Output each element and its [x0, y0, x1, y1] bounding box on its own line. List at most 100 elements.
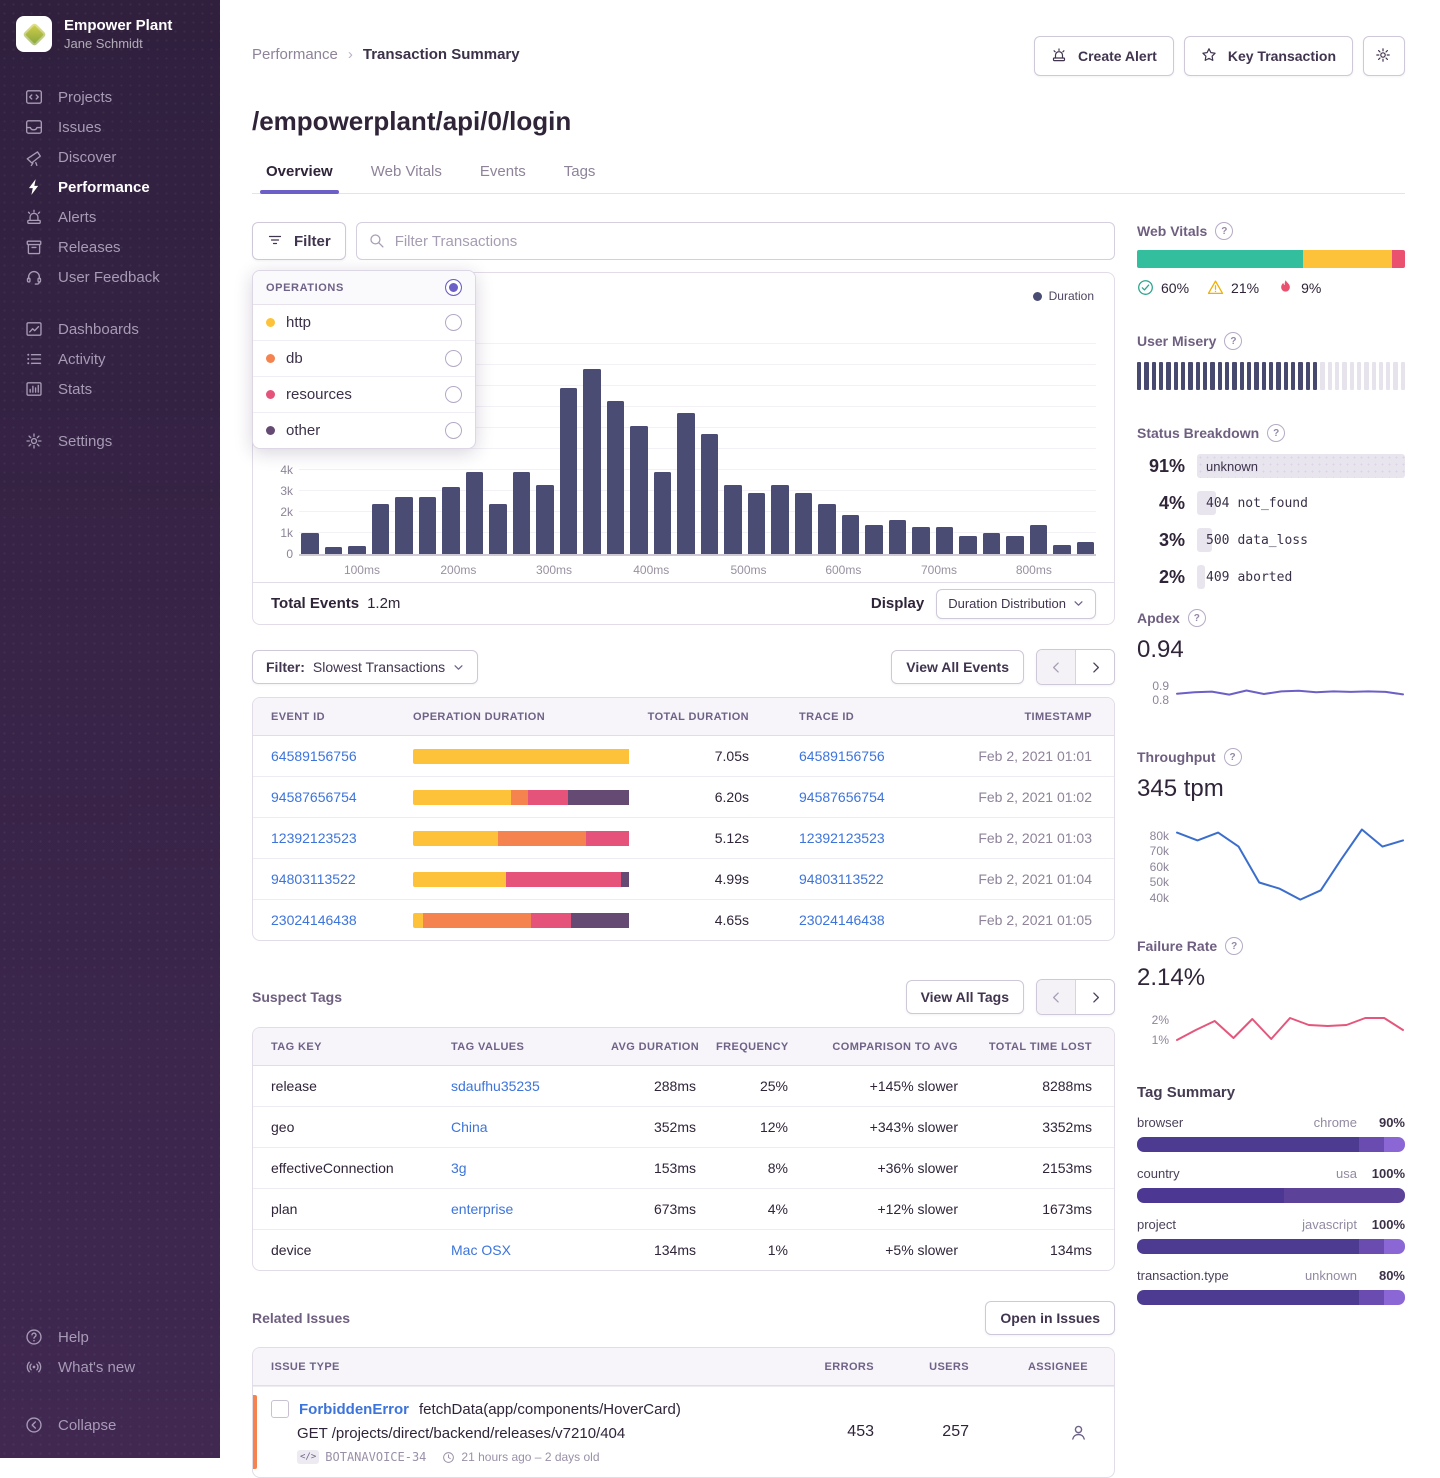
table-row[interactable]: 945876567546.20s94587656754Feb 2, 2021 0… — [253, 776, 1114, 817]
trace-id-link[interactable]: 94587656754 — [799, 789, 885, 805]
operations-option-db[interactable]: db — [253, 341, 475, 377]
key-transaction-button[interactable]: Key Transaction — [1184, 36, 1353, 76]
trace-id-link[interactable]: 12392123523 — [799, 830, 885, 846]
search-input[interactable] — [356, 222, 1115, 260]
tab-events[interactable]: Events — [480, 163, 526, 193]
histogram-bar[interactable] — [442, 487, 460, 554]
operations-dropdown-header[interactable]: OPERATIONS — [253, 271, 475, 305]
tag-summary-bar[interactable] — [1137, 1290, 1405, 1305]
help-question-icon[interactable]: ? — [1225, 937, 1243, 955]
histogram-bar[interactable] — [654, 472, 672, 554]
prev-page-button[interactable] — [1037, 650, 1075, 684]
sidebar-item-dashboards[interactable]: Dashboards — [0, 314, 220, 344]
table-row[interactable]: effectiveConnection3g153ms8%+36% slower2… — [253, 1147, 1114, 1188]
table-row[interactable]: 948031135224.99s94803113522Feb 2, 2021 0… — [253, 858, 1114, 899]
breadcrumb-performance[interactable]: Performance — [252, 46, 338, 63]
transactions-filter-select[interactable]: Filter: Slowest Transactions — [252, 650, 478, 684]
table-row[interactable]: 645891567567.05s64589156756Feb 2, 2021 0… — [253, 736, 1114, 776]
operations-option-http[interactable]: http — [253, 305, 475, 341]
histogram-bar[interactable] — [1053, 545, 1071, 554]
histogram-bar[interactable] — [1030, 525, 1048, 554]
event-id-link[interactable]: 23024146438 — [271, 912, 357, 928]
event-id-link[interactable]: 12392123523 — [271, 830, 357, 846]
histogram-bar[interactable] — [818, 504, 836, 554]
help-question-icon[interactable]: ? — [1224, 332, 1242, 350]
help-question-icon[interactable]: ? — [1215, 222, 1233, 240]
sidebar-item-issues[interactable]: Issues — [0, 112, 220, 142]
issue-checkbox[interactable] — [271, 1400, 289, 1418]
histogram-bar[interactable] — [677, 413, 695, 554]
sidebar-item-help[interactable]: Help — [0, 1322, 220, 1352]
histogram-bar[interactable] — [630, 426, 648, 554]
histogram-bar[interactable] — [748, 493, 766, 554]
histogram-bar[interactable] — [489, 504, 507, 554]
histogram-bar[interactable] — [583, 369, 601, 554]
histogram-bar[interactable] — [865, 525, 883, 554]
trace-id-link[interactable]: 64589156756 — [799, 748, 885, 764]
help-question-icon[interactable]: ? — [1188, 609, 1206, 627]
histogram-bar[interactable] — [1077, 542, 1095, 554]
histogram-bar[interactable] — [560, 388, 578, 554]
histogram-bar[interactable] — [771, 485, 789, 554]
settings-gear-button[interactable] — [1363, 36, 1405, 76]
event-id-link[interactable]: 94587656754 — [271, 789, 357, 805]
tag-value-link[interactable]: enterprise — [451, 1201, 513, 1217]
sidebar-item-what-s-new[interactable]: What's new — [0, 1352, 220, 1382]
histogram-bar[interactable] — [936, 527, 954, 554]
histogram-bar[interactable] — [395, 497, 413, 554]
tab-web-vitals[interactable]: Web Vitals — [371, 163, 442, 193]
create-alert-button[interactable]: Create Alert — [1034, 36, 1174, 76]
tag-value-link[interactable]: sdaufhu35235 — [451, 1078, 540, 1094]
sidebar-item-collapse[interactable]: Collapse — [0, 1410, 220, 1440]
prev-page-button[interactable] — [1037, 980, 1075, 1014]
chart-legend[interactable]: Duration — [1033, 289, 1094, 303]
histogram-bar[interactable] — [959, 536, 977, 554]
org-switcher[interactable]: Empower Plant Jane Schmidt — [0, 16, 220, 52]
operation-radio[interactable] — [445, 350, 462, 367]
display-select[interactable]: Duration Distribution — [936, 589, 1096, 619]
event-id-link[interactable]: 94803113522 — [271, 871, 356, 887]
sidebar-item-projects[interactable]: Projects — [0, 82, 220, 112]
issue-type-link[interactable]: ForbiddenError — [299, 1401, 409, 1418]
tag-summary-bar[interactable] — [1137, 1137, 1405, 1152]
table-row[interactable]: 230241464384.65s23024146438Feb 2, 2021 0… — [253, 899, 1114, 940]
histogram-bar[interactable] — [983, 533, 1001, 554]
next-page-button[interactable] — [1075, 980, 1114, 1014]
operations-option-resources[interactable]: resources — [253, 377, 475, 413]
event-id-link[interactable]: 64589156756 — [271, 748, 357, 764]
tag-value-link[interactable]: 3g — [451, 1160, 467, 1176]
histogram-bar[interactable] — [325, 547, 343, 554]
tag-value-link[interactable]: Mac OSX — [451, 1242, 511, 1258]
operation-radio[interactable] — [445, 386, 462, 403]
sidebar-item-settings[interactable]: Settings — [0, 426, 220, 456]
tab-tags[interactable]: Tags — [564, 163, 596, 193]
histogram-bar[interactable] — [842, 515, 860, 554]
issue-row[interactable]: ForbiddenError fetchData(app/components/… — [253, 1386, 1114, 1477]
view-all-tags-button[interactable]: View All Tags — [906, 980, 1024, 1014]
histogram-bar[interactable] — [536, 485, 554, 554]
histogram-bar[interactable] — [912, 527, 930, 554]
histogram-bar[interactable] — [348, 546, 366, 554]
histogram-bar[interactable] — [795, 493, 813, 554]
histogram-bar[interactable] — [372, 504, 390, 554]
histogram-bar[interactable] — [701, 434, 719, 554]
sidebar-item-user-feedback[interactable]: User Feedback — [0, 262, 220, 292]
tag-summary-bar[interactable] — [1137, 1239, 1405, 1254]
table-row[interactable]: 123921235235.12s12392123523Feb 2, 2021 0… — [253, 817, 1114, 858]
trace-id-link[interactable]: 94803113522 — [799, 871, 884, 887]
operations-option-other[interactable]: other — [253, 413, 475, 448]
histogram-bar[interactable] — [889, 520, 907, 554]
tag-summary-bar[interactable] — [1137, 1188, 1405, 1203]
tag-value-link[interactable]: China — [451, 1119, 488, 1135]
sidebar-item-activity[interactable]: Activity — [0, 344, 220, 374]
histogram-bar[interactable] — [724, 485, 742, 554]
histogram-bar[interactable] — [466, 472, 484, 554]
table-row[interactable]: planenterprise673ms4%+12% slower1673ms — [253, 1188, 1114, 1229]
trace-id-link[interactable]: 23024146438 — [799, 912, 885, 928]
table-row[interactable]: deviceMac OSX134ms1%+5% slower134ms — [253, 1229, 1114, 1270]
help-question-icon[interactable]: ? — [1267, 424, 1285, 442]
view-all-events-button[interactable]: View All Events — [891, 650, 1024, 684]
sidebar-item-stats[interactable]: Stats — [0, 374, 220, 404]
table-row[interactable]: geoChina352ms12%+343% slower3352ms — [253, 1106, 1114, 1147]
histogram-bar[interactable] — [1006, 536, 1024, 554]
